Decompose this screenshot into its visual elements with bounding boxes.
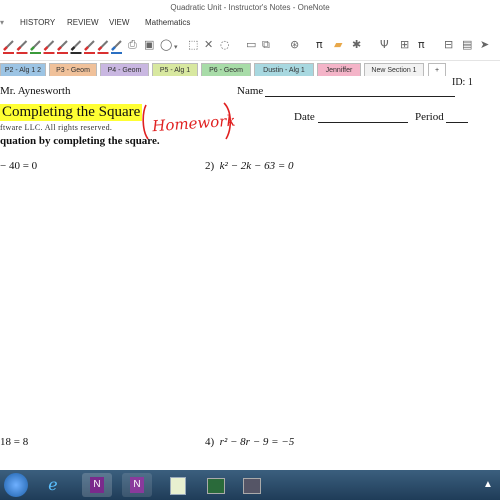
camera-icon[interactable]: ⊛ xyxy=(290,38,299,52)
lasso-icon[interactable]: ◌ xyxy=(220,38,230,52)
copyright: ftware LLC. All rights reserved. xyxy=(0,123,113,132)
print-icon[interactable]: ⎙ xyxy=(128,38,137,52)
name-line xyxy=(265,96,455,97)
date-label: Date xyxy=(294,111,315,123)
tab-6[interactable]: Jenniffer xyxy=(317,63,361,76)
pen-1[interactable] xyxy=(16,40,28,54)
tab-7[interactable]: New Section 1 xyxy=(364,63,424,76)
worksheet-heading: Completing the Square xyxy=(0,104,143,121)
homework-annotation: Homework xyxy=(151,112,236,136)
problem-4-text: r² − 8r − 9 = −5 xyxy=(219,436,295,448)
problem-4: 4) r² − 8r − 9 = −5 xyxy=(205,436,294,448)
psi-icon[interactable]: Ψ xyxy=(380,38,389,52)
app-icon[interactable] xyxy=(200,473,230,497)
problem-2-text: k² − 2k − 63 = 0 xyxy=(219,160,294,172)
pen-6[interactable] xyxy=(84,40,95,54)
tab-1[interactable]: P3 - Geom xyxy=(49,63,97,76)
onenote-icon[interactable]: N xyxy=(82,473,112,497)
problem-2-number: 2) xyxy=(205,160,215,172)
problem-2: 2) k² − 2k − 63 = 0 xyxy=(205,160,294,172)
app-icon-2[interactable] xyxy=(236,473,266,497)
tab-2[interactable]: P4 - Geom xyxy=(100,63,149,76)
ribbon: ⎙ ▣ ◯ ▾ ⬚ ✕ ◌ ▭ ⧉ ⊛ π ▰ ✱ Ψ ⊞ π ⊟ ▤ ➤ xyxy=(0,30,500,61)
shape-icon[interactable]: ▭ xyxy=(246,38,256,52)
pi-icon[interactable]: π xyxy=(316,38,323,52)
app-logo xyxy=(207,478,225,494)
menu-view[interactable]: VIEW xyxy=(109,18,129,27)
pen-3[interactable] xyxy=(43,40,55,54)
image-icon[interactable]: ▣ xyxy=(144,38,154,52)
period-label: Period xyxy=(415,111,444,123)
eraser-icon[interactable]: ▰ xyxy=(334,38,342,52)
pen-5[interactable] xyxy=(70,40,82,54)
onenote-icon-2[interactable]: N xyxy=(122,473,152,497)
period-line xyxy=(446,122,468,123)
select-icon[interactable]: ⬚ xyxy=(188,38,198,52)
circle-icon[interactable]: ◯ xyxy=(160,38,172,52)
onenote-logo-2: N xyxy=(130,477,144,493)
pen-2[interactable] xyxy=(30,40,41,54)
calculator-icon[interactable]: ⊟ xyxy=(444,38,453,52)
tab-8[interactable]: + xyxy=(428,63,446,76)
delete-icon[interactable]: ✕ xyxy=(204,38,213,52)
problem-3-text: 18 = 8 xyxy=(0,436,29,448)
taskbar: ℯ N N ▲ xyxy=(0,470,500,500)
worksheet-id: ID: 1 xyxy=(452,77,473,88)
notes-icon[interactable] xyxy=(162,473,192,497)
pi-icon-2[interactable]: π xyxy=(418,38,425,52)
star-icon[interactable]: ✱ xyxy=(352,38,361,52)
name-label: Name xyxy=(237,85,264,97)
dropdown-icon[interactable]: ▾ xyxy=(174,40,178,54)
section-tabs: P2 - Alg 1 2 P3 - Geom P4 - Geom P5 - Alg 1… xyxy=(0,60,500,77)
pen-0[interactable] xyxy=(3,40,14,54)
menu-mathematics[interactable]: Mathematics xyxy=(145,18,190,27)
problem-3: 18 = 8 xyxy=(0,436,28,448)
start-button[interactable] xyxy=(4,473,28,497)
note-page[interactable]: ID: 1 Mr. Aynesworth Name Completing the… xyxy=(0,77,500,470)
pen-4[interactable] xyxy=(57,40,68,54)
tab-3[interactable]: P5 - Alg 1 xyxy=(152,63,198,76)
instructions: quation by completing the square. xyxy=(0,135,160,147)
menu-bar: ▾ HISTORY REVIEW VIEW Mathematics xyxy=(0,16,500,30)
date-line xyxy=(318,122,408,123)
title-bar: Quadratic Unit - Instructor's Notes - On… xyxy=(0,0,500,16)
problem-4-number: 4) xyxy=(205,436,215,448)
tab-0[interactable]: P2 - Alg 1 2 xyxy=(0,63,46,76)
pen-7[interactable] xyxy=(97,40,109,54)
teacher-name: Mr. Aynesworth xyxy=(0,85,71,97)
menu-partial: ▾ xyxy=(0,18,5,27)
tab-4[interactable]: P6 - Geom xyxy=(201,63,251,76)
tab-5[interactable]: Dustin - Alg 1 xyxy=(254,63,314,76)
arrow-icon[interactable]: ➤ xyxy=(480,38,489,52)
menu-history[interactable]: HISTORY xyxy=(20,18,55,27)
explorer-icon[interactable]: ℯ xyxy=(38,473,68,497)
problem-1-text: − 40 = 0 xyxy=(0,160,38,172)
notes-logo xyxy=(170,477,186,495)
problem-1: − 40 = 0 xyxy=(0,160,37,172)
menu-review[interactable]: REVIEW xyxy=(67,18,99,27)
layers-icon[interactable]: ⧉ xyxy=(262,38,270,52)
window-title: Quadratic Unit - Instructor's Notes - On… xyxy=(170,3,330,12)
onenote-logo: N xyxy=(90,477,104,493)
pen-8[interactable] xyxy=(111,40,122,54)
tray-arrow-icon[interactable]: ▲ xyxy=(478,473,498,497)
app-logo-2 xyxy=(243,478,261,494)
grid-icon[interactable]: ⊞ xyxy=(400,38,409,52)
table-icon[interactable]: ▤ xyxy=(462,38,472,52)
